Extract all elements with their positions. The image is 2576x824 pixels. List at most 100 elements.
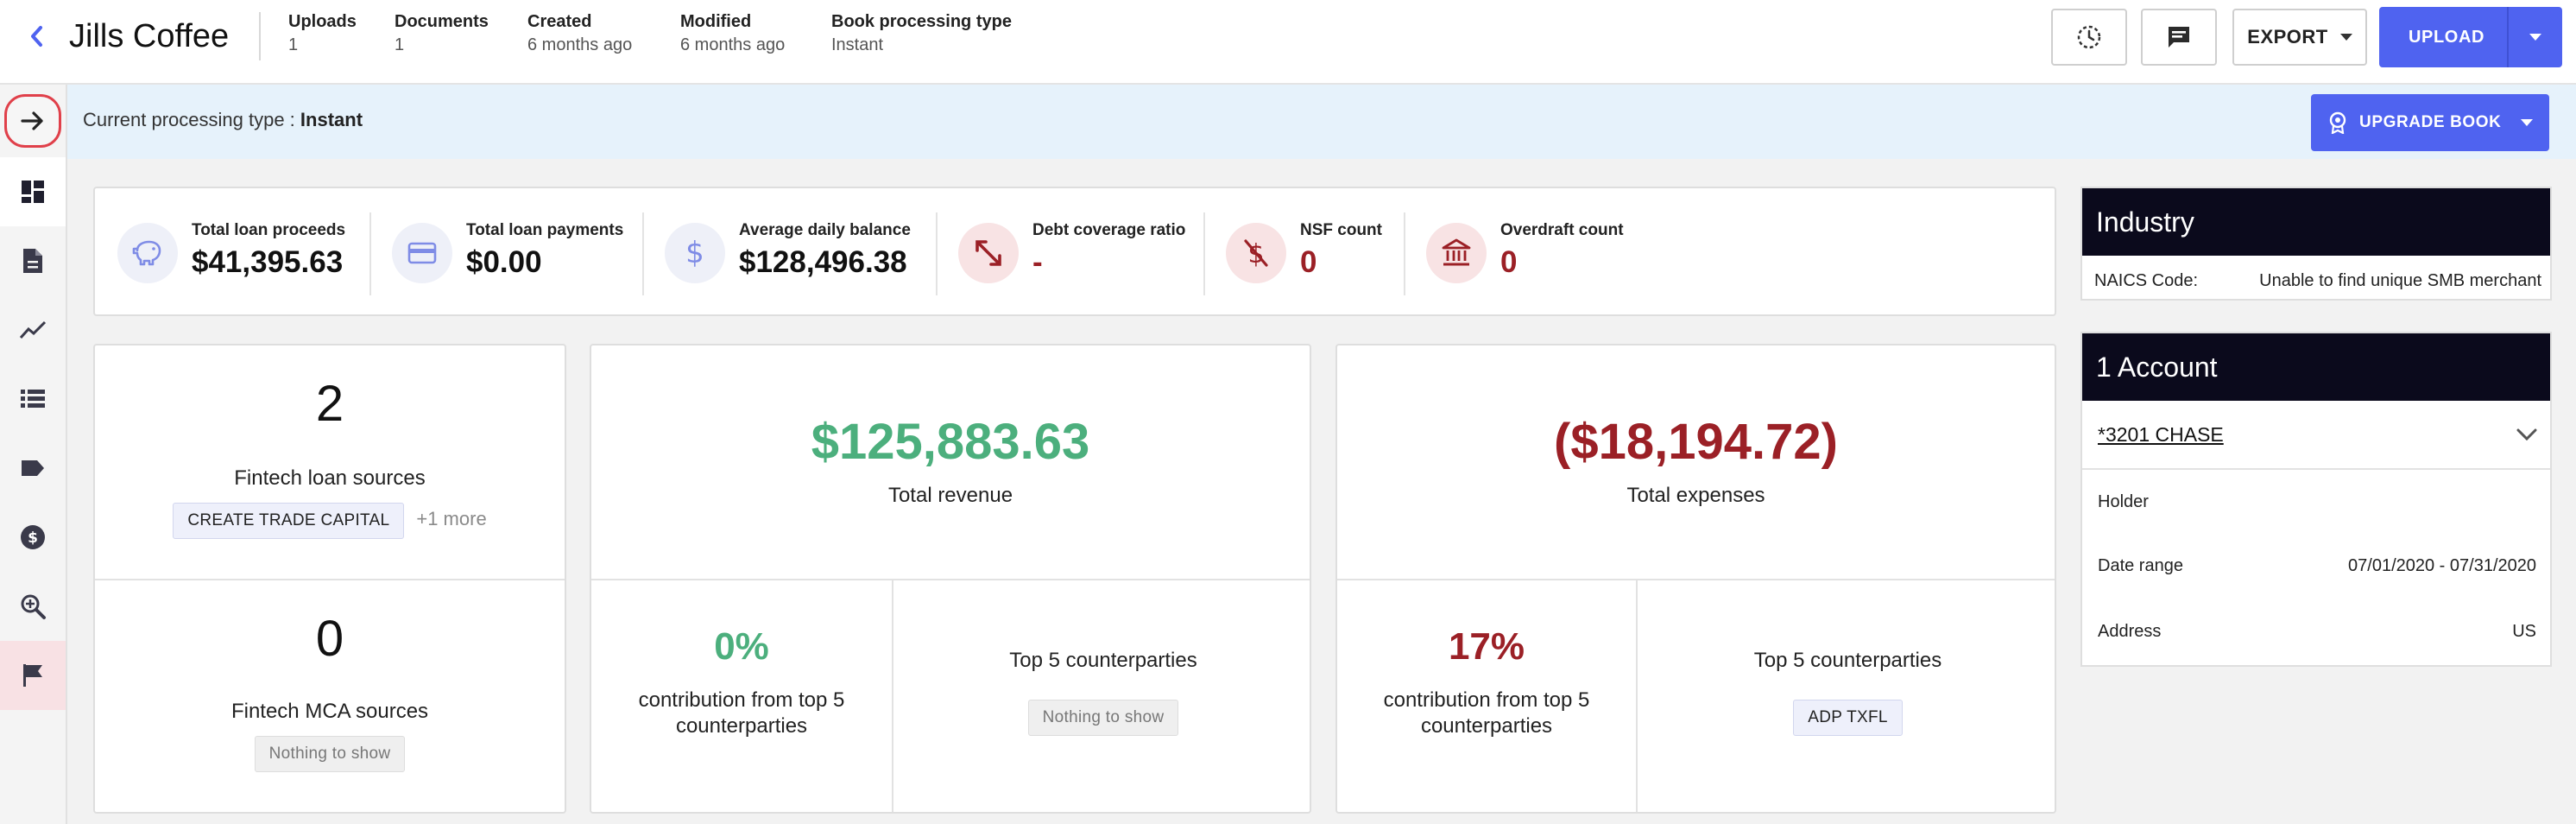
meta-created: Created 6 months ago	[527, 10, 632, 57]
meta-value: 1	[288, 35, 299, 54]
metric-divider	[936, 212, 938, 295]
svg-text:$: $	[685, 236, 704, 270]
metric-value: $128,496.38	[739, 245, 907, 279]
naics-value: Unable to find unique SMB merchant	[2259, 271, 2541, 290]
expenses-contribution-label: contribution from top 5 counterparties	[1383, 688, 1590, 738]
ratio-arrows-icon	[958, 223, 1019, 283]
total-revenue-amount: $125,883.63	[811, 414, 1090, 470]
account-panel: 1 Account *3201 CHASE Holder Date range …	[2080, 332, 2552, 667]
sidebar-item-flags[interactable]	[0, 641, 66, 710]
card-divider	[591, 579, 1310, 580]
account-row[interactable]: *3201 CHASE	[2082, 401, 2550, 470]
export-button[interactable]: EXPORT	[2232, 9, 2367, 66]
meta-label: Documents	[395, 12, 489, 31]
upload-menu-toggle[interactable]	[2507, 7, 2562, 67]
zoom-search-icon	[21, 594, 46, 619]
more-sources-link[interactable]: +1 more	[416, 508, 486, 529]
revenue-contribution-label: contribution from top 5 counterparties	[638, 688, 845, 738]
meta-value: 1	[395, 35, 405, 54]
metric-divider	[369, 212, 371, 295]
expenses-contribution-pct: 17%	[1448, 625, 1525, 668]
dollar-icon: $	[665, 223, 725, 283]
comments-button[interactable]	[2141, 9, 2217, 66]
metric-value: 0	[1300, 245, 1317, 279]
bank-icon	[1426, 223, 1487, 283]
export-label: EXPORT	[2247, 26, 2328, 48]
back-chevron-icon[interactable]	[26, 21, 47, 52]
expenses-counterparty-chips: ADP TXFL	[1638, 700, 2055, 736]
metric-divider	[642, 212, 644, 295]
metric-value: -	[1032, 245, 1043, 279]
sidebar-item-documents[interactable]	[0, 226, 66, 295]
processing-type-banner: Current processing type : Instant UPGRAD…	[67, 85, 2576, 159]
upload-button[interactable]: UPLOAD	[2379, 7, 2507, 67]
sidebar-toggle-ring	[4, 94, 61, 148]
fintech-loan-chips: CREATE TRADE CAPITAL +1 more	[95, 503, 565, 539]
fintech-loan-chip[interactable]: CREATE TRADE CAPITAL	[173, 503, 405, 539]
book-title: Jills Coffee	[69, 18, 230, 54]
meta-label: Uploads	[288, 12, 357, 31]
meta-modified: Modified 6 months ago	[680, 10, 785, 57]
metric-value: $0.00	[466, 245, 542, 279]
document-icon	[23, 249, 42, 273]
revenue-counterparty-chips: Nothing to show	[893, 700, 1310, 736]
metrics-strip: Total loan proceeds $41,395.63 Total loa…	[93, 187, 2056, 316]
meta-value: Instant	[831, 35, 884, 54]
upgrade-book-button[interactable]: UPGRADE BOOK	[2311, 94, 2549, 151]
arrow-right-icon	[21, 111, 43, 130]
total-expenses-amount: ($18,194.72)	[1554, 414, 1838, 470]
metric-divider	[1203, 212, 1205, 295]
naics-row: NAICS Code: Unable to find unique SMB me…	[2094, 271, 2541, 291]
revenue-card: $125,883.63 Total revenue 0% contributio…	[590, 344, 1311, 814]
upload-split-button: UPLOAD	[2379, 7, 2562, 67]
sidebar-item-investigate[interactable]	[0, 572, 66, 641]
meta-value: 6 months ago	[680, 35, 786, 54]
fintech-loan-label: Fintech loan sources	[234, 466, 426, 490]
dollar-circle-icon: $	[21, 525, 45, 549]
sidebar-item-dashboard[interactable]	[0, 157, 66, 226]
trend-line-icon	[19, 320, 47, 339]
fintech-sources-card: 2 Fintech loan sources CREATE TRADE CAPI…	[93, 344, 566, 814]
industry-panel: Industry NAICS Code: Unable to find uniq…	[2080, 187, 2552, 301]
banner-message: Current processing type : Instant	[83, 109, 363, 131]
metric-label: Average daily balance	[739, 221, 911, 239]
metric-divider	[1404, 212, 1405, 295]
flag-icon	[23, 664, 42, 687]
sidebar-item-income[interactable]: $	[0, 503, 66, 572]
piggy-bank-icon	[117, 223, 178, 283]
account-count-title: 1 Account	[2082, 333, 2550, 401]
card-divider-vertical	[1636, 579, 1638, 812]
sidebar-toggle[interactable]	[0, 86, 66, 155]
credit-card-icon	[392, 223, 452, 283]
chevron-down-icon[interactable]	[2516, 425, 2538, 444]
sidebar-item-tags[interactable]	[0, 434, 66, 503]
meta-processing-type: Book processing type Instant	[831, 10, 1012, 57]
banner-text: Current processing type :	[83, 109, 300, 130]
dashboard-icon	[22, 181, 44, 203]
caret-down-icon	[2529, 34, 2541, 41]
svg-text:$: $	[28, 529, 38, 547]
account-name-link[interactable]: *3201 CHASE	[2098, 423, 2224, 447]
metric-label: Total loan proceeds	[192, 221, 346, 239]
card-divider	[95, 579, 565, 580]
expenses-top-counterparties-label: Top 5 counterparties	[1753, 649, 1942, 672]
address-label: Address	[2098, 622, 2162, 641]
counterparty-chip[interactable]: ADP TXFL	[1793, 700, 1903, 736]
metric-label: Debt coverage ratio	[1032, 221, 1186, 239]
sidebar-item-trends[interactable]	[0, 295, 66, 364]
fintech-mca-label: Fintech MCA sources	[230, 700, 429, 723]
history-button[interactable]	[2051, 9, 2127, 66]
top-header: Jills Coffee Uploads 1 Documents 1 Creat…	[0, 0, 2576, 85]
meta-uploads: Uploads 1	[288, 10, 357, 57]
list-icon	[21, 390, 45, 408]
award-badge-icon	[2329, 111, 2346, 134]
sidebar-item-transactions[interactable]	[0, 364, 66, 434]
upgrade-book-label: UPGRADE BOOK	[2359, 113, 2502, 131]
metric-label: NSF count	[1300, 221, 1382, 239]
expenses-card: ($18,194.72) Total expenses 17% contribu…	[1335, 344, 2056, 814]
history-clock-icon	[2077, 25, 2101, 49]
total-revenue-label: Total revenue	[887, 484, 1013, 507]
comment-icon	[2169, 27, 2189, 48]
metric-value: 0	[1500, 245, 1518, 279]
meta-label: Created	[527, 12, 592, 31]
